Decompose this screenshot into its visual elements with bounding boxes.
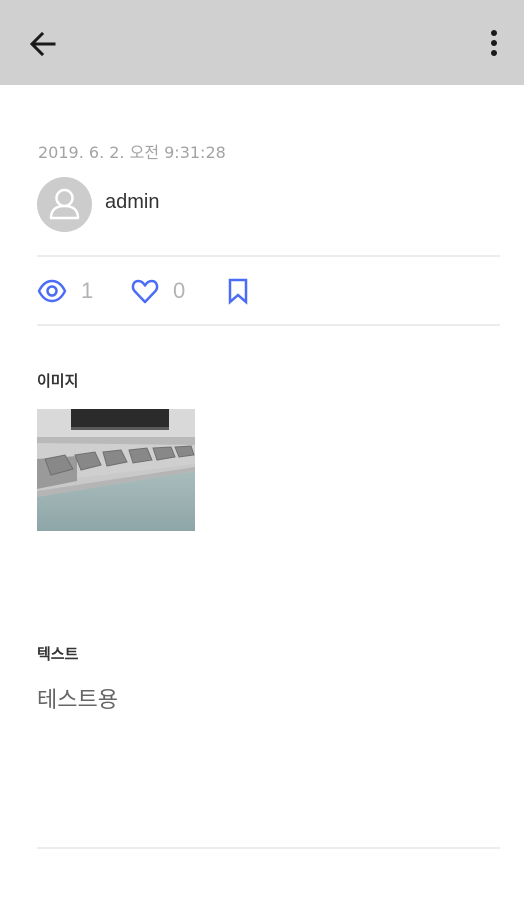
arrow-left-icon [29,31,56,57]
likes-count: 0 [173,278,186,303]
more-options-button[interactable] [478,24,510,64]
divider [37,324,500,326]
post-image[interactable] [37,409,195,531]
text-content: 테스트용 [37,688,118,713]
app-bar [0,0,524,85]
eye-icon [37,279,67,303]
person-icon [49,188,80,220]
bookmark-icon [228,278,248,305]
more-vertical-icon [491,30,497,56]
post-image-graphic [37,409,195,531]
bookmark-button[interactable] [226,276,250,306]
divider [37,847,500,849]
avatar[interactable] [37,177,92,232]
back-button[interactable] [24,24,64,64]
image-section-label: 이미지 [37,372,79,390]
like-button[interactable]: 0 [131,276,185,306]
divider [37,255,500,257]
views-count: 1 [81,278,94,303]
author-name[interactable]: admin [105,191,159,214]
heart-icon [131,279,159,304]
views-stat: 1 [37,276,93,306]
text-section-label: 텍스트 [37,645,79,663]
post-timestamp: 2019. 6. 2. 오전 9:31:28 [38,143,226,162]
